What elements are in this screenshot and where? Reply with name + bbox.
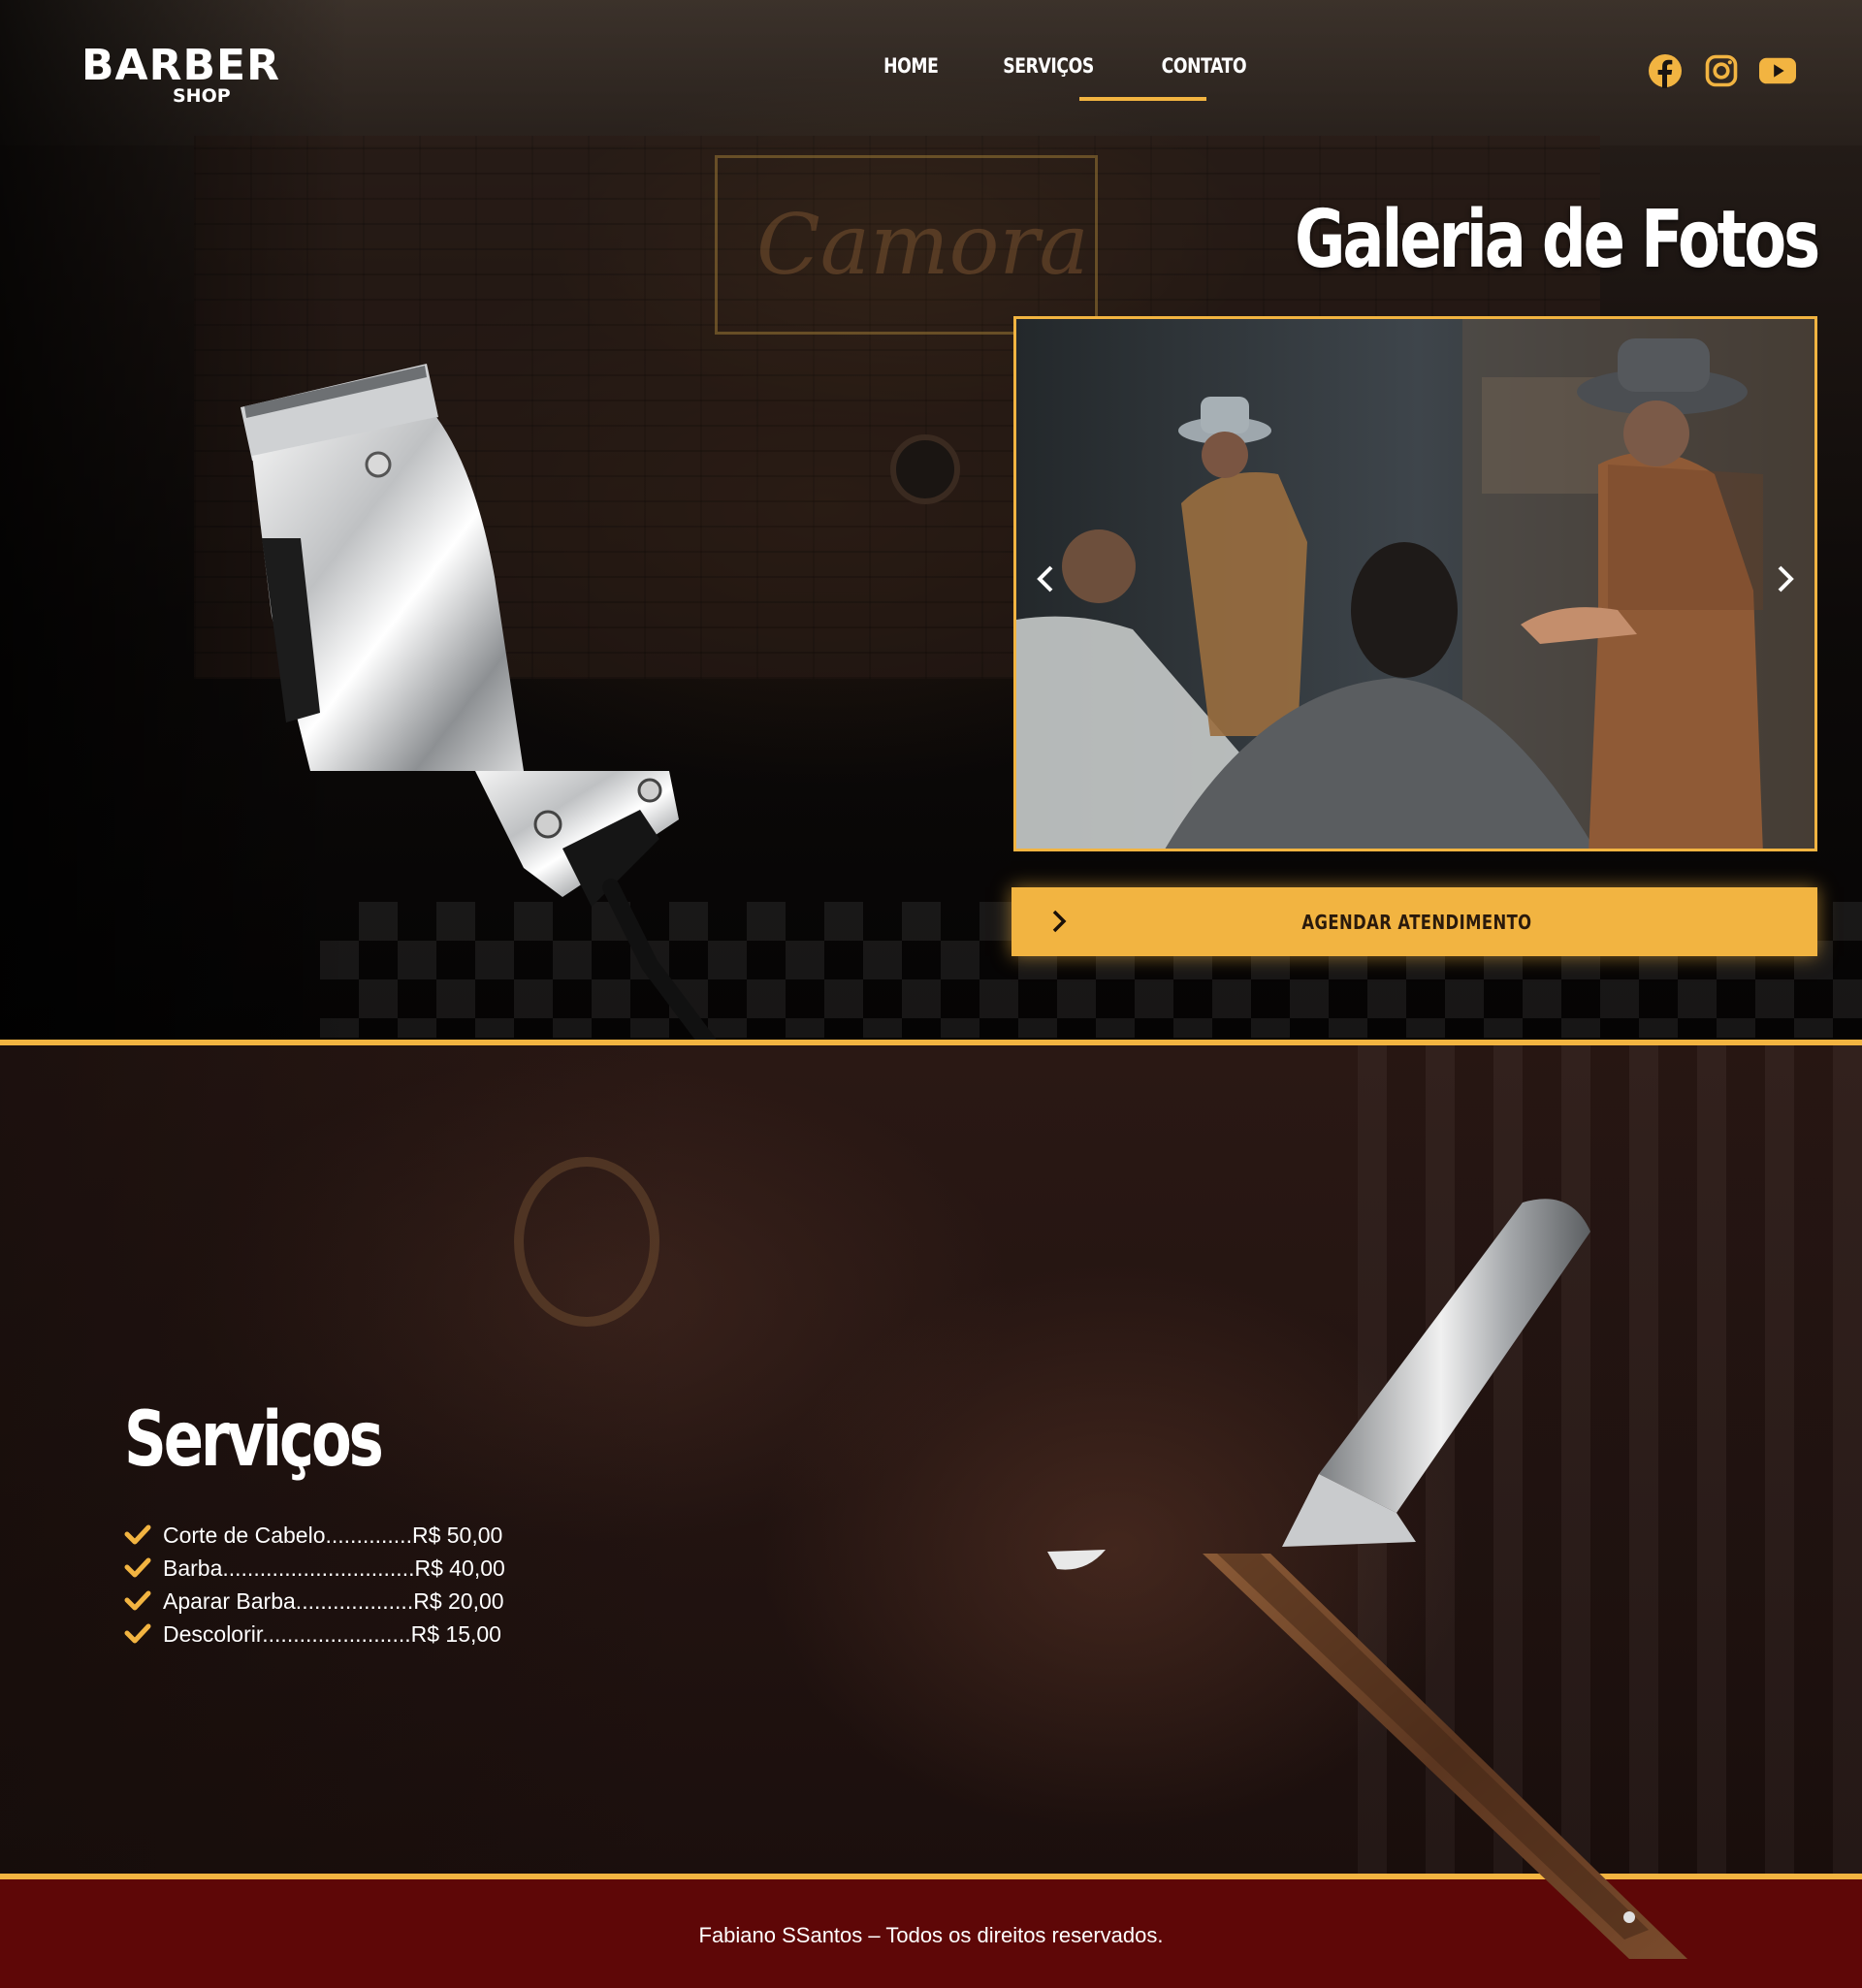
photo-carousel[interactable] [1013, 316, 1817, 851]
check-icon [124, 1589, 153, 1613]
main-nav: HOME SERVIÇOS CONTATO [853, 54, 1280, 91]
price-list-item: Barba...............................R$ 4… [124, 1552, 505, 1585]
nav-link-contato[interactable]: CONTATO [1141, 54, 1267, 91]
gallery-title: Galeria de Fotos [1294, 194, 1820, 286]
services-background-emblem [514, 1157, 659, 1327]
straight-razor-image [1047, 1199, 1687, 1959]
razor-logo-icon [101, 21, 159, 124]
price-list-text: Barba...............................R$ 4… [163, 1555, 505, 1581]
chevron-right-icon [1778, 565, 1794, 593]
hair-clipper-image [241, 364, 717, 1051]
carousel-prev-button[interactable] [1028, 561, 1063, 596]
schedule-button[interactable]: AGENDAR ATENDIMENTO [1011, 887, 1817, 956]
carousel-photo [1016, 319, 1814, 849]
price-list: Corte de Cabelo..............R$ 50,00 Ba… [124, 1519, 505, 1651]
chevron-left-icon [1037, 565, 1053, 593]
carousel-next-button[interactable] [1768, 561, 1803, 596]
chevron-right-icon [1052, 910, 1067, 933]
logo-subtext: SHOP [173, 85, 231, 107]
check-icon [124, 1523, 153, 1547]
facebook-icon[interactable] [1647, 52, 1684, 89]
brand-logo[interactable]: BARBER SHOP [81, 21, 279, 124]
price-list-item: Descolorir........................R$ 15,… [124, 1618, 505, 1651]
price-list-text: Corte de Cabelo..............R$ 50,00 [163, 1522, 503, 1548]
price-list-item: Aparar Barba...................R$ 20,00 [124, 1585, 505, 1618]
youtube-icon[interactable] [1759, 52, 1796, 89]
price-list-text: Descolorir........................R$ 15,… [163, 1620, 501, 1647]
nav-active-indicator [1079, 97, 1206, 101]
hero-background-clock [890, 434, 960, 504]
hero-background-sign: Camora [715, 155, 1098, 335]
services-title: Serviços [124, 1396, 384, 1484]
price-list-item: Corte de Cabelo..............R$ 50,00 [124, 1519, 505, 1552]
schedule-button-label: AGENDAR ATENDIMENTO [1301, 910, 1532, 934]
instagram-icon[interactable] [1703, 52, 1740, 89]
check-icon [124, 1622, 153, 1646]
check-icon [124, 1556, 153, 1580]
nav-link-home[interactable]: HOME [864, 54, 958, 91]
social-links [1647, 52, 1796, 89]
nav-link-servicos[interactable]: SERVIÇOS [982, 54, 1113, 91]
price-list-text: Aparar Barba...................R$ 20,00 [163, 1587, 504, 1614]
